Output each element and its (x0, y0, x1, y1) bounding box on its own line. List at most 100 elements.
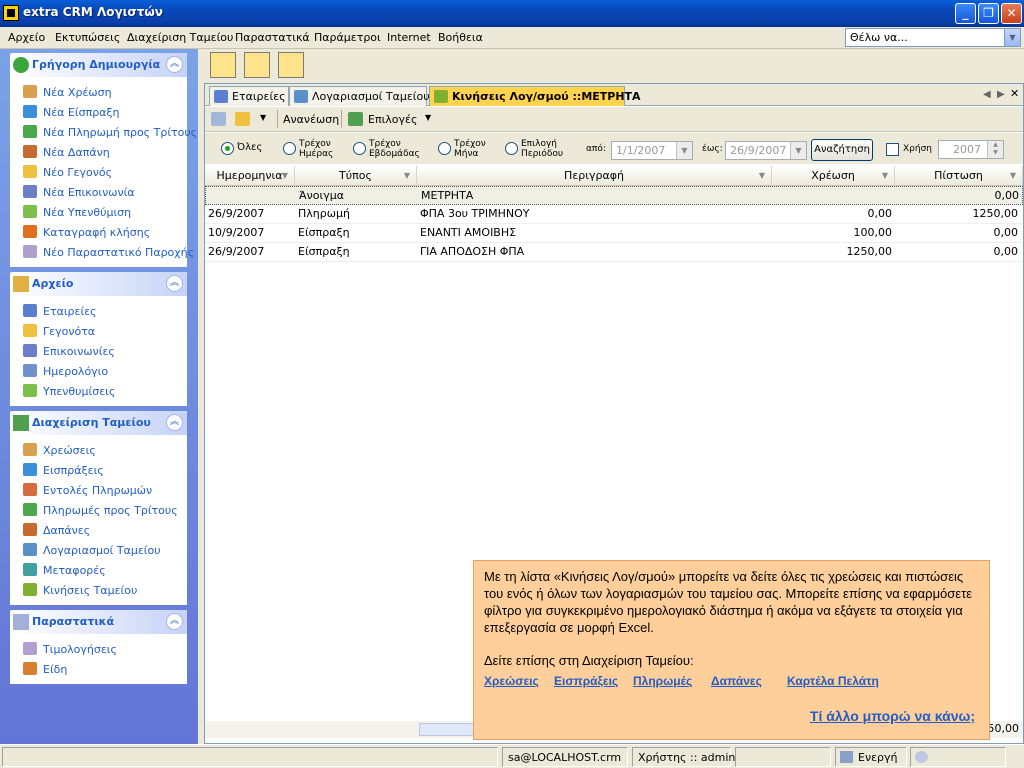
chevron-down-icon[interactable]: ▼ (425, 113, 431, 122)
sidebar-item-new-receipt[interactable]: Νέα Είσπραξη (11, 102, 186, 122)
chevron-down-icon[interactable]: ▼ (1007, 171, 1019, 181)
sidebar-item-transfers[interactable]: Μεταφορές (11, 560, 186, 580)
menu-treasury[interactable]: Διαχείριση Ταμείου (127, 31, 233, 44)
column-header-date[interactable]: Ημερομηνια ▼ (205, 166, 295, 186)
export-icon[interactable] (211, 112, 226, 126)
tab-next-icon[interactable]: ▶ (997, 89, 1005, 100)
options-button[interactable]: Επιλογές (368, 113, 417, 126)
tab-account-movements[interactable]: Κινήσεις Λογ/σμού ::ΜΕΤΡΗΤΑ (429, 86, 641, 106)
chevron-down-icon[interactable]: ▼ (401, 171, 413, 181)
tab-close-icon[interactable]: ✕ (1010, 87, 1019, 100)
column-header-description[interactable]: Περιγραφή ▼ (417, 166, 772, 186)
sidebar-item-reminders[interactable]: Υπενθυμίσεις (11, 381, 186, 401)
chevron-down-icon[interactable]: ▼ (756, 171, 768, 181)
help-link-expenses[interactable]: Δαπάνες (711, 673, 762, 690)
network-icon[interactable] (244, 52, 270, 78)
sidebar-item-new-expense[interactable]: Νέα Δαπάνη (11, 142, 186, 162)
sidebar-item-events[interactable]: Γεγονότα (11, 321, 186, 341)
column-header-debit[interactable]: Χρέωση ▼ (772, 166, 895, 186)
sidebar-item-treasury-movements[interactable]: Κινήσεις Ταμείου (11, 580, 186, 600)
search-button[interactable]: Αναζήτηση (811, 139, 873, 161)
movement-icon (23, 583, 37, 596)
menu-internet[interactable]: Internet (387, 31, 431, 44)
help-link-payments[interactable]: Πληρωμές (633, 673, 692, 690)
sidebar-item-new-service-document[interactable]: Νέο Παραστατικό Παροχής (11, 242, 194, 262)
chevron-down-icon[interactable]: ▼ (676, 142, 692, 159)
collapse-icon[interactable]: ︽ (166, 613, 183, 630)
scrollbar-thumb[interactable] (419, 723, 479, 736)
folder-icon[interactable] (235, 112, 250, 126)
chevron-down-icon[interactable]: ▼ (260, 113, 266, 122)
help-link-receipts[interactable]: Εισπράξεις (554, 673, 618, 690)
sidebar-item-companies[interactable]: Εταιρείες (11, 301, 186, 321)
sidebar-item-expenses[interactable]: Δαπάνες (11, 520, 186, 540)
radio-current-week[interactable] (353, 142, 366, 155)
chevron-down-icon[interactable]: ▼ (790, 142, 806, 159)
column-header-credit[interactable]: Πίστωση ▼ (895, 166, 1023, 186)
windows-icon[interactable] (278, 52, 304, 78)
menu-documents[interactable]: Παραστατικά (235, 31, 310, 44)
receipt-icon (23, 463, 37, 476)
collapse-icon[interactable]: ︽ (166, 414, 183, 431)
sidebar-item-items[interactable]: Είδη (11, 659, 186, 679)
minimize-button[interactable]: _ (955, 3, 976, 24)
chevron-down-icon[interactable]: ▼ (279, 171, 291, 181)
sidebar-item-third-party-payments[interactable]: Πληρωμές προς Τρίτους (11, 500, 186, 520)
table-row[interactable]: 26/9/2007 Είσπραξη ΓΙΑ ΑΠΟΔΟΣΗ ΦΠΑ 1250,… (205, 243, 1023, 262)
search-combo[interactable]: Θέλω να... ▼ (845, 28, 1021, 47)
sidebar-item-treasury-accounts[interactable]: Λογαριασμοί Ταμείου (11, 540, 186, 560)
sidebar-item-receipts[interactable]: Εισπράξεις (11, 460, 186, 480)
group-header[interactable]: Αρχείο ︽ (10, 272, 187, 296)
restore-button[interactable]: ❐ (978, 3, 999, 24)
sidebar-item-new-communication[interactable]: Νέα Επικοινωνία (11, 182, 186, 202)
group-documents: Παραστατικά ︽ Τιμολογήσεις Είδη (10, 610, 187, 684)
sidebar-item-new-charge[interactable]: Νέα Χρέωση (11, 82, 186, 102)
table-row[interactable]: 10/9/2007 Είσπραξη ΕΝΑΝΤΙ ΑΜΟΙΒΗΣ 100,00… (205, 224, 1023, 243)
chevron-down-icon[interactable]: ▼ (879, 171, 891, 181)
group-title: Παραστατικά (32, 615, 115, 628)
group-header[interactable]: Γρήγορη Δημιουργία ︽ (10, 53, 187, 77)
fiscal-year-spinner[interactable]: 2007 ▲ ▼ (938, 140, 1004, 159)
help-link-customer-card[interactable]: Καρτέλα Πελάτη (787, 673, 879, 690)
sidebar-item-new-event[interactable]: Νέο Γεγονός (11, 162, 186, 182)
sidebar-item-log-call[interactable]: Καταγραφή κλήσης (11, 222, 186, 242)
group-header[interactable]: Διαχείριση Ταμείου ︽ (10, 411, 187, 435)
from-date-picker[interactable]: 1/1/2007 ▼ (611, 141, 693, 160)
menu-parameters[interactable]: Παράμετροι (314, 31, 381, 44)
menu-print[interactable]: Εκτυπώσεις (55, 31, 120, 44)
sidebar-item-invoices[interactable]: Τιμολογήσεις (11, 639, 186, 659)
tab-bar: Εταιρείες Λογαριασμοί Ταμείου Κινήσεις Λ… (205, 84, 1023, 106)
sidebar-item-new-payment[interactable]: Νέα Πληρωμή προς Τρίτους (11, 122, 197, 142)
table-row[interactable]: Άνοιγμα ΜΕΤΡΗΤΑ 0,00 (205, 186, 1023, 205)
collapse-icon[interactable]: ︽ (166, 56, 183, 73)
column-header-type[interactable]: Τύπος ▼ (295, 166, 417, 186)
sidebar-item-calendar[interactable]: Ημερολόγιο (11, 361, 186, 381)
chevron-down-icon[interactable]: ▼ (1004, 29, 1020, 46)
help-link-charges[interactable]: Χρεώσεις (484, 673, 539, 690)
radio-all-label: Όλες (237, 142, 263, 153)
communication-icon (23, 344, 37, 357)
tab-companies[interactable]: Εταιρείες (209, 86, 289, 106)
fiscal-year-checkbox[interactable] (886, 143, 899, 156)
refresh-button[interactable]: Ανανέωση (283, 113, 339, 126)
table-row[interactable]: 26/9/2007 Πληρωμή ΦΠΑ 3ου ΤΡΙΜΗΝΟΥ 0,00 … (205, 205, 1023, 224)
spinner-arrows-icon[interactable]: ▲ ▼ (987, 141, 1003, 158)
tab-treasury-accounts[interactable]: Λογαριασμοί Ταμείου (289, 86, 430, 106)
sidebar-item-payment-orders[interactable]: Εντολές Πληρωμών (11, 480, 186, 500)
sidebar-item-new-reminder[interactable]: Νέα Υπενθύμιση (11, 202, 186, 222)
tab-prev-icon[interactable]: ◀ (983, 89, 991, 100)
radio-select-period[interactable] (505, 142, 518, 155)
radio-current-month[interactable] (438, 142, 451, 155)
close-button[interactable]: ✕ (1001, 3, 1022, 24)
radio-current-day[interactable] (283, 142, 296, 155)
menu-help[interactable]: Βοήθεια (438, 31, 483, 44)
sidebar-item-communications[interactable]: Επικοινωνίες (11, 341, 186, 361)
sidebar-item-charges[interactable]: Χρεώσεις (11, 440, 186, 460)
menu-file[interactable]: Αρχείο (8, 31, 45, 44)
help-more-link[interactable]: Τί άλλο μπορώ να κάνω; (810, 708, 975, 725)
swap-icon[interactable] (210, 52, 236, 78)
group-header[interactable]: Παραστατικά ︽ (10, 610, 187, 634)
collapse-icon[interactable]: ︽ (166, 275, 183, 292)
radio-all[interactable] (221, 142, 234, 155)
to-date-picker[interactable]: 26/9/2007 ▼ (725, 141, 807, 160)
